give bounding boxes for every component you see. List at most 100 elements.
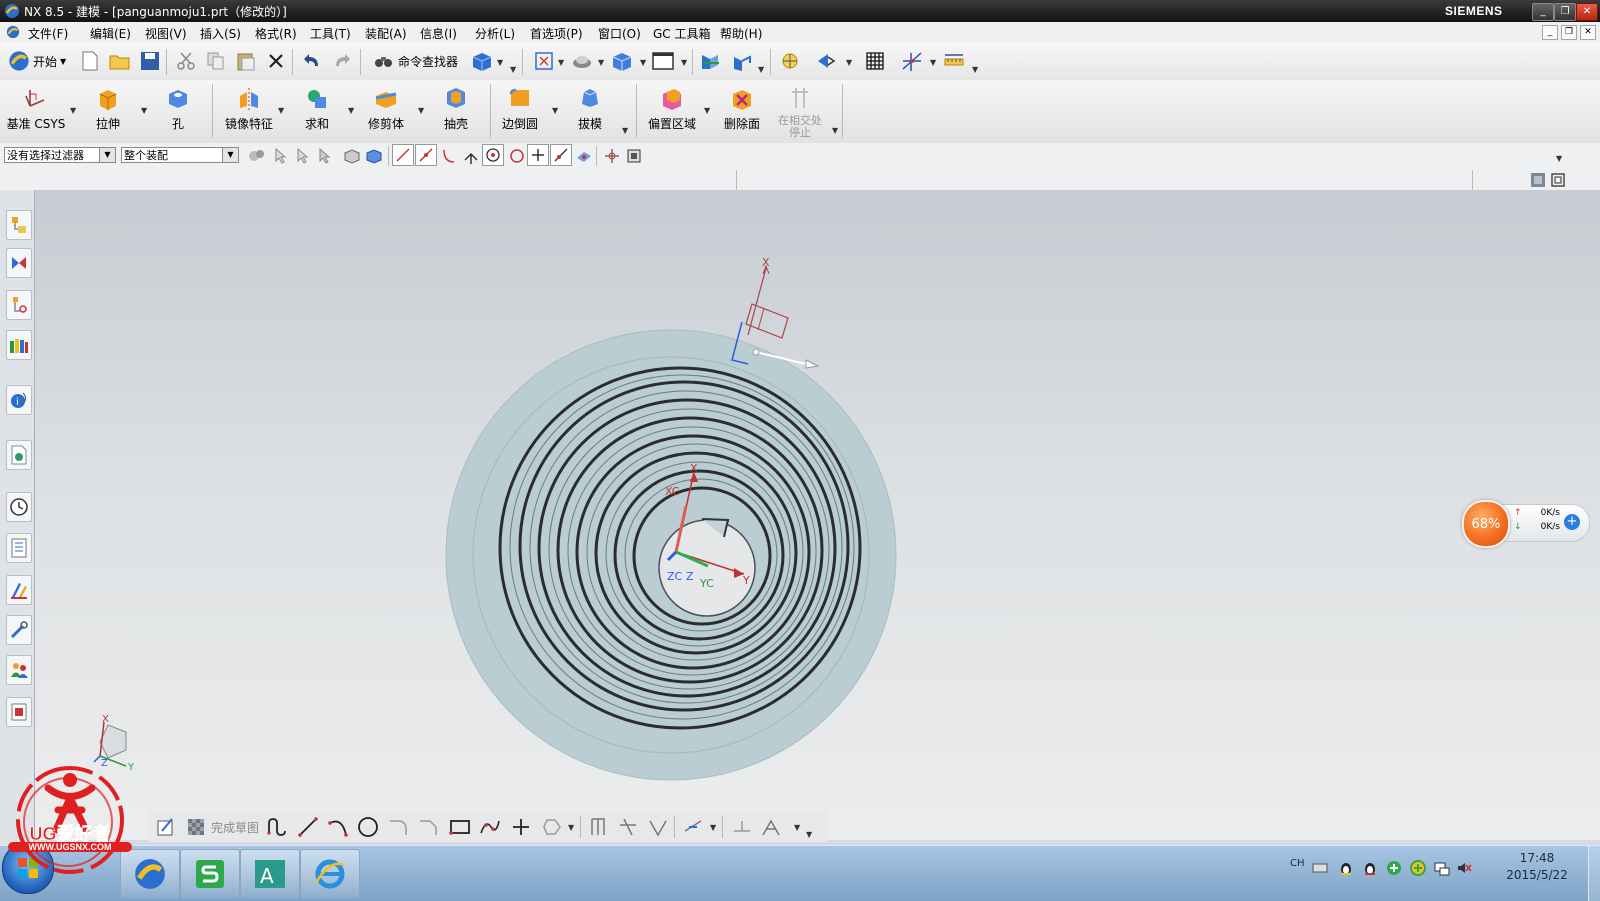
snap-endpoint-button[interactable] [392, 144, 414, 166]
roles-user-tab[interactable] [6, 655, 32, 685]
taskbar-cad-app[interactable]: A [240, 849, 300, 899]
grid-button[interactable] [863, 49, 887, 73]
circle-button[interactable] [356, 815, 380, 839]
system-visualization-tab[interactable] [6, 697, 32, 727]
roles-tab[interactable] [6, 615, 32, 645]
constraint-navigator-tab[interactable] [6, 248, 32, 278]
menu-preferences[interactable]: 首选项(P) [530, 25, 583, 42]
rectangle-button[interactable] [448, 815, 472, 839]
dimension-button[interactable] [682, 815, 706, 839]
draft-button[interactable]: 拔模 [560, 82, 620, 138]
snap-point-on-button[interactable] [527, 144, 549, 166]
mirror-feature-button[interactable]: 镜像特征 [216, 82, 282, 138]
stop-at-intersection-button[interactable]: 在相交处停止 [772, 82, 828, 139]
view-cube-button[interactable] [610, 49, 634, 73]
wcs-button[interactable] [698, 49, 722, 73]
snap-on-face-button[interactable] [572, 144, 596, 168]
network-icon[interactable] [1434, 860, 1450, 876]
snap-control-button[interactable] [437, 144, 461, 168]
history-tab[interactable] [6, 492, 32, 522]
geometric-constraints-button[interactable] [730, 815, 754, 839]
finish-sketch-button[interactable] [184, 815, 208, 839]
add-icon[interactable]: + [1564, 514, 1580, 530]
keyboard-icon[interactable] [1312, 860, 1328, 876]
delete-face-button[interactable]: 删除面 [712, 82, 772, 138]
menu-assemblies[interactable]: 装配(A) [365, 25, 407, 42]
select-faces-button[interactable] [292, 144, 316, 168]
trim-body-button[interactable]: 修剪体 [356, 82, 416, 138]
quick-extend-button[interactable] [646, 815, 670, 839]
snap-button[interactable] [778, 49, 802, 73]
minimize-button[interactable]: _ [1532, 3, 1554, 21]
taskbar-s-app[interactable] [180, 849, 240, 899]
select-features-button[interactable] [270, 144, 294, 168]
menu-edit[interactable]: 编辑(E) [90, 25, 131, 42]
delete-button[interactable] [264, 49, 288, 73]
snap-settings-button[interactable] [900, 49, 924, 73]
reuse-library-tab[interactable] [6, 330, 32, 360]
start-button[interactable]: 开始 ▼ [8, 49, 66, 73]
history-palette-tab[interactable] [6, 440, 32, 470]
fillet-button[interactable] [386, 815, 410, 839]
show-hide-button[interactable] [814, 49, 838, 73]
shell-button[interactable]: 抽壳 [426, 82, 486, 138]
graphics-window[interactable]: X X XC ZC Z YC Y X Z Y [35, 190, 1600, 840]
menu-window[interactable]: 窗口(O) [598, 25, 641, 42]
ime-indicator[interactable]: CH [1290, 858, 1305, 869]
menu-format[interactable]: 格式(R) [255, 25, 297, 42]
sketch-button[interactable] [154, 815, 178, 839]
qq-penguin-icon[interactable] [1362, 860, 1378, 876]
taskbar-nx-app[interactable] [120, 849, 180, 899]
line-button[interactable] [296, 815, 320, 839]
quick-trim-button[interactable] [616, 815, 640, 839]
new-button[interactable] [78, 49, 102, 73]
doc-restore-button[interactable]: ❐ [1561, 25, 1577, 40]
point-button[interactable] [509, 815, 533, 839]
measure-button[interactable] [942, 49, 966, 73]
web-browser-tab[interactable]: i [6, 385, 32, 415]
menu-insert[interactable]: 插入(S) [200, 25, 241, 42]
doc-minimize-button[interactable]: _ [1542, 25, 1558, 40]
paste-button[interactable] [234, 49, 258, 73]
studio-spline-button[interactable] [478, 815, 502, 839]
edge-blend-button[interactable]: 边倒圆 [490, 82, 550, 138]
close-button[interactable]: ✕ [1576, 3, 1598, 21]
save-button[interactable] [138, 49, 162, 73]
type-filter-select[interactable]: 没有选择过滤器 ▼ [4, 147, 116, 163]
copy-button[interactable] [204, 49, 228, 73]
menu-analysis[interactable]: 分析(L) [475, 25, 515, 42]
taskbar-ie-app[interactable] [300, 849, 360, 899]
chamfer-button[interactable] [416, 815, 440, 839]
doc-close-button[interactable]: ✕ [1580, 25, 1596, 40]
menu-gc-toolkit[interactable]: GC 工具箱 [653, 25, 711, 42]
command-finder-button[interactable]: 命令查找器 [374, 52, 458, 70]
view-orient-button[interactable] [570, 49, 594, 73]
polygon-button[interactable] [540, 815, 564, 839]
snap-center-button[interactable] [482, 144, 504, 166]
plus-circle-icon[interactable] [1410, 860, 1426, 876]
menu-information[interactable]: 信息(I) [420, 25, 457, 42]
assembly-navigator-tab[interactable] [6, 210, 32, 240]
qq-penguin-icon[interactable] [1338, 860, 1354, 876]
orient-button[interactable] [730, 49, 754, 73]
menu-tools[interactable]: 工具(T) [310, 25, 351, 42]
full-screen-button[interactable] [1546, 168, 1570, 192]
snap-quadrant-button[interactable] [505, 144, 529, 168]
cut-button[interactable] [174, 49, 198, 73]
hole-button[interactable]: 孔 [148, 82, 208, 138]
render-style-button[interactable] [470, 49, 494, 73]
manufacturing-wizard-tab[interactable] [6, 575, 32, 605]
profile-button[interactable] [266, 815, 290, 839]
unite-button[interactable]: 求和 [287, 82, 347, 138]
app-menu-icon[interactable] [6, 25, 20, 39]
fit-view-button[interactable] [532, 49, 556, 73]
snap-on-curve-button[interactable] [550, 144, 572, 166]
upgrade-select-button[interactable] [622, 144, 646, 168]
part-navigator-tab[interactable] [6, 290, 32, 320]
quick-pick-button[interactable] [600, 144, 624, 168]
background-button[interactable] [651, 49, 675, 73]
snap-midpoint-button[interactable] [415, 144, 437, 166]
model-view-canvas[interactable]: X X XC ZC Z YC Y X Z Y [35, 190, 1600, 840]
menu-file[interactable]: 文件(F) [28, 25, 68, 42]
select-edges-button[interactable] [314, 144, 338, 168]
